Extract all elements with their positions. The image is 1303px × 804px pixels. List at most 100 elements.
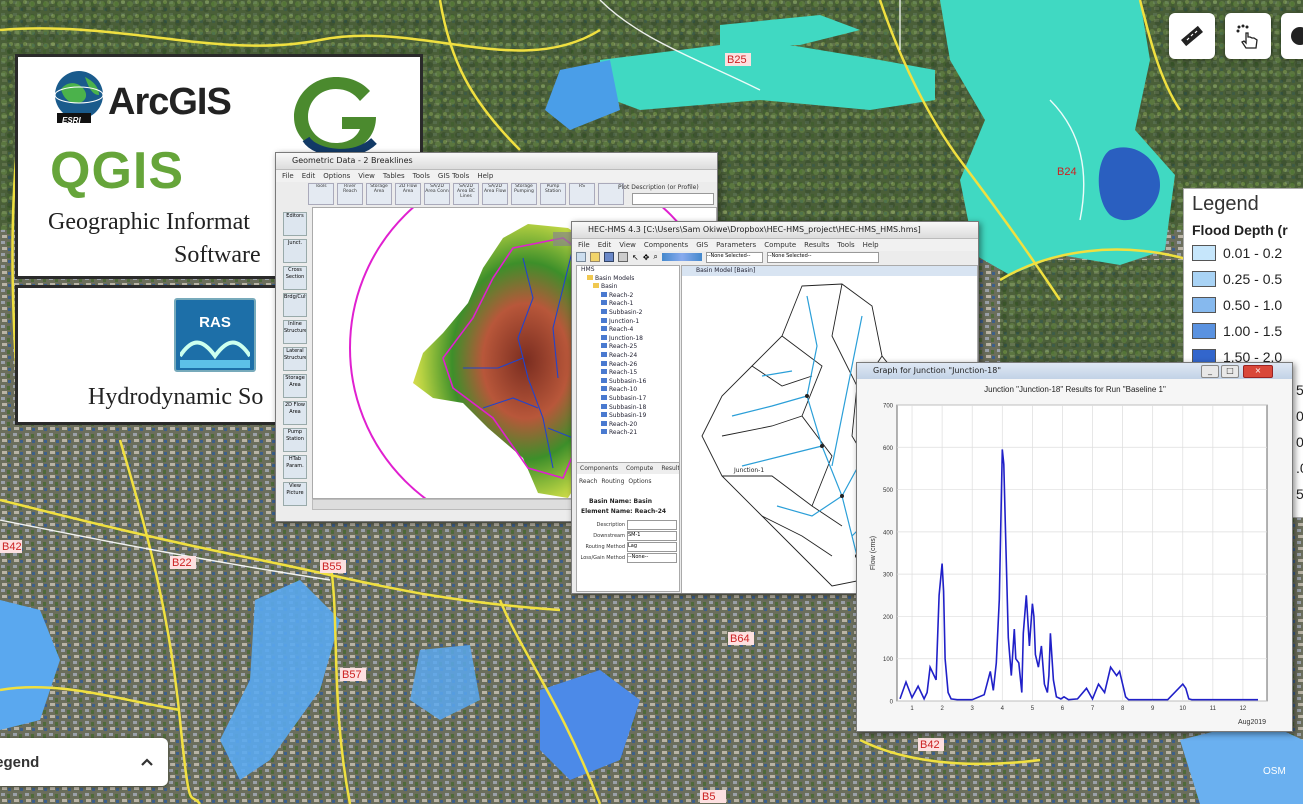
- geometric-side-tool[interactable]: View Picture: [283, 482, 307, 506]
- junction-graph-window[interactable]: Graph for Junction "Junction-18" _ □ × J…: [856, 362, 1293, 732]
- field-input[interactable]: Lag: [627, 542, 677, 552]
- geometric-tool-button[interactable]: Storage Area: [366, 183, 392, 205]
- tree-item-label: Subbasin-17: [609, 394, 647, 402]
- geometric-tool-button[interactable]: Tools: [308, 183, 334, 205]
- geometric-side-tool[interactable]: Brdg/Culv: [283, 293, 307, 317]
- tree-item[interactable]: Reach-25: [577, 343, 679, 352]
- select-tool-button[interactable]: [1225, 13, 1271, 59]
- legend-title: Legend: [1192, 193, 1259, 215]
- property-tab[interactable]: Reach: [579, 478, 597, 485]
- menu-item[interactable]: Tables: [383, 170, 405, 182]
- tree-item[interactable]: Subbasin-17: [577, 394, 679, 404]
- geometric-side-tool[interactable]: Cross Section: [283, 266, 307, 290]
- layer-tool-button[interactable]: [1281, 13, 1303, 59]
- geometric-side-tool-label: Editors: [286, 213, 304, 219]
- hydro-caption: Hydrodynamic So: [88, 384, 264, 410]
- explorer-tab[interactable]: Components: [577, 463, 621, 474]
- tree-item[interactable]: Reach-15: [577, 369, 679, 378]
- geometric-tool-button[interactable]: Pump Station: [540, 183, 566, 205]
- menu-item[interactable]: View: [619, 239, 636, 251]
- compute-icon[interactable]: [661, 253, 702, 261]
- graph-window-titlebar[interactable]: Graph for Junction "Junction-18" _ □ ×: [857, 363, 1292, 380]
- field-input[interactable]: --None--: [627, 553, 677, 563]
- print-icon[interactable]: [618, 252, 628, 262]
- field-input[interactable]: SM-1: [627, 531, 677, 541]
- menu-item[interactable]: Components: [644, 239, 688, 251]
- menu-item[interactable]: Edit: [302, 170, 316, 182]
- geometric-side-tool[interactable]: Editors: [283, 212, 307, 236]
- geometric-side-tool[interactable]: Lateral Structure: [283, 347, 307, 371]
- tree-item[interactable]: Reach-2: [577, 291, 679, 301]
- menu-item[interactable]: File: [578, 239, 590, 251]
- menu-item[interactable]: GIS Tools: [438, 170, 469, 182]
- tree-item[interactable]: Basin: [577, 283, 679, 292]
- geometric-side-tool[interactable]: Pump Station: [283, 428, 307, 452]
- legend-swatch: [1192, 245, 1216, 261]
- geometric-tool-button[interactable]: SA/2D Area Flow: [482, 183, 508, 205]
- tree-item[interactable]: Subbasin-16: [577, 377, 679, 387]
- tree-item[interactable]: Reach-24: [577, 351, 679, 361]
- tree-item[interactable]: Reach-21: [577, 429, 679, 438]
- explorer-tab[interactable]: Compute: [623, 463, 656, 474]
- chevron-up-icon[interactable]: [140, 757, 154, 767]
- save-icon[interactable]: [604, 252, 614, 262]
- tree-item[interactable]: Subbasin-19: [577, 412, 679, 421]
- tree-item[interactable]: Junction-18: [577, 334, 679, 344]
- menu-item[interactable]: Help: [863, 239, 879, 251]
- hms-window-titlebar[interactable]: HEC-HMS 4.3 [C:\Users\Sam Okiwe\Dropbox\…: [572, 222, 978, 239]
- measure-tool-button[interactable]: [1169, 13, 1215, 59]
- geometric-tool-button[interactable]: 2D Flow Area: [395, 183, 421, 205]
- menu-item[interactable]: Tools: [837, 239, 854, 251]
- tree-item[interactable]: Reach-20: [577, 420, 679, 430]
- new-icon[interactable]: [576, 252, 586, 262]
- open-icon[interactable]: [590, 252, 600, 262]
- tree-item[interactable]: Subbasin-18: [577, 403, 679, 413]
- tree-item[interactable]: Reach-1: [577, 300, 679, 309]
- profile-input[interactable]: [632, 193, 714, 205]
- geometric-window-titlebar[interactable]: Geometric Data - 2 Breaklines: [276, 153, 717, 170]
- geometric-tool-button[interactable]: River Reach: [337, 183, 363, 205]
- tree-item[interactable]: Junction-1: [577, 317, 679, 327]
- menu-item[interactable]: Tools: [413, 170, 430, 182]
- tree-item[interactable]: Subbasin-2: [577, 308, 679, 318]
- run-select-2[interactable]: --None Selected--: [766, 251, 879, 263]
- property-tab[interactable]: Options: [628, 478, 651, 485]
- explorer-tab[interactable]: Results: [658, 463, 679, 474]
- field-input[interactable]: [627, 520, 677, 530]
- arrow-icon[interactable]: ↖: [632, 253, 639, 262]
- tree-item[interactable]: Reach-4: [577, 326, 679, 335]
- geometric-tool-button[interactable]: SA/2D Area BC Lines: [453, 183, 479, 205]
- menu-item[interactable]: View: [358, 170, 375, 182]
- menu-item[interactable]: Edit: [598, 239, 612, 251]
- geometric-side-tool[interactable]: 2D Flow Area: [283, 401, 307, 425]
- close-button[interactable]: ×: [1243, 365, 1273, 378]
- tree-item[interactable]: Reach-26: [577, 360, 679, 370]
- region-label-b42: B42: [2, 541, 22, 553]
- menu-item[interactable]: Options: [323, 170, 350, 182]
- field-label: Loss/Gain Method: [580, 555, 626, 561]
- maximize-button[interactable]: □: [1221, 365, 1239, 378]
- tree-item[interactable]: Basin Models: [577, 274, 679, 284]
- minimize-button[interactable]: _: [1201, 365, 1219, 378]
- menu-item[interactable]: GIS: [696, 239, 708, 251]
- legend-toggle-bar[interactable]: Legend: [0, 738, 168, 786]
- zoom-icon[interactable]: ⌕: [653, 252, 657, 262]
- geometric-tool-button[interactable]: Storage Pumping: [511, 183, 537, 205]
- geometric-tool-button[interactable]: SA/2D Area Conn: [424, 183, 450, 205]
- geometric-side-tool[interactable]: Junct.: [283, 239, 307, 263]
- move-icon[interactable]: ✥: [643, 253, 650, 262]
- geometric-side-tool[interactable]: Storage Area: [283, 374, 307, 398]
- geometric-tool-button[interactable]: RS: [569, 183, 595, 205]
- geometric-side-tool[interactable]: Inline Structure: [283, 320, 307, 344]
- property-tab[interactable]: Routing: [601, 478, 624, 485]
- geometric-tool-label: SA/2D Area BC Lines: [457, 184, 475, 199]
- menu-item[interactable]: Parameters: [716, 239, 756, 251]
- menu-item[interactable]: Help: [477, 170, 493, 182]
- menu-item[interactable]: File: [282, 170, 294, 182]
- geometric-side-tool[interactable]: HTab Param.: [283, 455, 307, 479]
- run-select-1[interactable]: --None Selected--: [705, 251, 763, 263]
- menu-item[interactable]: Results: [804, 239, 829, 251]
- menu-item[interactable]: Compute: [764, 239, 796, 251]
- tree-root[interactable]: HMS: [577, 266, 679, 275]
- tree-item[interactable]: Reach-10: [577, 386, 679, 395]
